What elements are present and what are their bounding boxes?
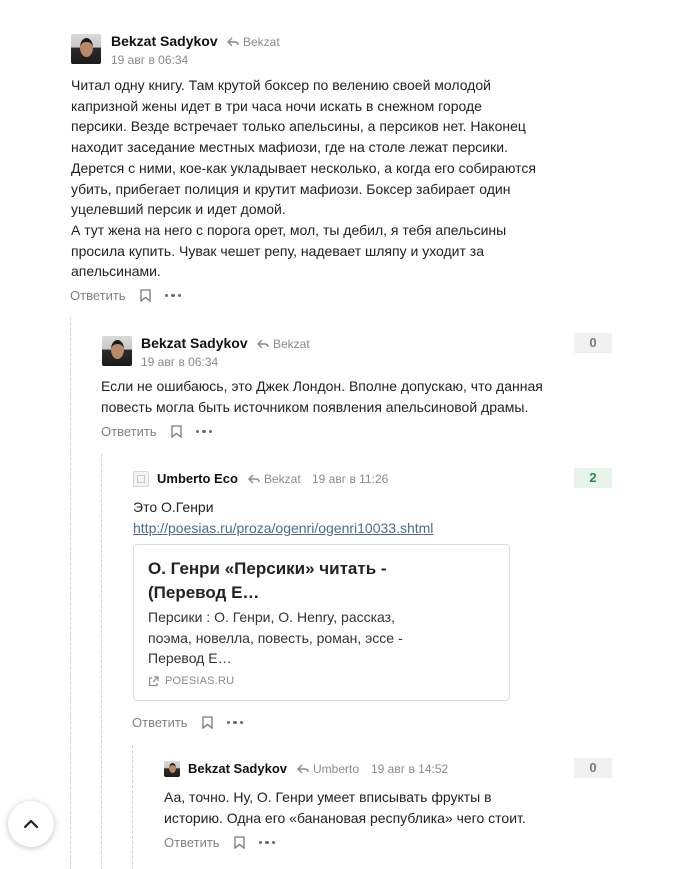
comment-date[interactable]: 19 авг в 11:26 <box>312 472 388 486</box>
bookmark-icon[interactable] <box>233 836 245 849</box>
comment-line: просила купить. Чувак чешет репу, надева… <box>71 242 485 259</box>
reply-button[interactable]: Ответить <box>101 424 157 439</box>
comment-score: 2 <box>574 468 612 488</box>
more-dots-icon[interactable] <box>226 720 244 725</box>
reply-arrow-icon <box>248 474 260 484</box>
comment-author[interactable]: Umberto Eco <box>157 471 238 486</box>
comment-line: Аа, точно. Ну, О. Генри умеет вписывать … <box>164 789 492 805</box>
reply-to[interactable]: Bekzat <box>257 337 310 351</box>
comment-line: находит заседание местных мафиози, где н… <box>71 139 508 156</box>
comment-score: 0 <box>574 333 612 353</box>
bookmark-icon[interactable] <box>170 425 182 438</box>
scroll-to-top-button[interactable] <box>8 801 54 847</box>
external-link-icon <box>148 675 159 686</box>
avatar[interactable] <box>71 34 101 64</box>
thread-line-level-1 <box>70 318 71 869</box>
more-dots-icon[interactable] <box>195 429 213 434</box>
reply-arrow-icon <box>227 37 239 47</box>
reply-button[interactable]: Ответить <box>164 835 220 850</box>
comment-date[interactable]: 19 авг в 06:34 <box>141 355 218 369</box>
comment-actions: Ответить <box>70 288 182 303</box>
comment-line: А тут жена на него с порога орет, мол, т… <box>71 221 507 238</box>
comment-text: Аа, точно. Ну, О. Генри умеет вписывать … <box>164 787 584 828</box>
comment-line: капризной жены идет в три часа ночи иска… <box>71 97 482 114</box>
reply-to-name: Bekzat <box>243 35 280 49</box>
comment-text: Если не ошибаюсь, это Джек Лондон. Вполн… <box>101 376 571 417</box>
comment-line: повесть могла быть источником появления … <box>101 398 529 415</box>
link-preview-title[interactable]: О. Генри «Персики» читать - (Перевод Е… <box>148 557 488 605</box>
comment-actions: Ответить <box>132 715 244 730</box>
reply-to[interactable]: Umberto <box>297 762 359 776</box>
comment-line: Если не ошибаюсь, это Джек Лондон. Вполн… <box>101 378 543 394</box>
comment-link[interactable]: http://poesias.ru/proza/ogenri/ogenri100… <box>133 520 433 536</box>
link-preview-card[interactable]: О. Генри «Персики» читать - (Перевод Е… … <box>133 544 510 701</box>
bookmark-icon[interactable] <box>139 289 151 302</box>
reply-to-name: Bekzat <box>273 337 310 351</box>
comment-line: историю. Одна его «банановая республика»… <box>164 809 526 826</box>
reply-to[interactable]: Bekzat <box>248 472 301 486</box>
avatar[interactable] <box>133 471 149 487</box>
comment-actions: Ответить <box>164 835 276 850</box>
comment-line: Это О.Генри <box>133 499 214 515</box>
avatar[interactable] <box>102 336 132 366</box>
comment-line: апельсинами. <box>71 263 161 280</box>
reply-arrow-icon <box>297 764 309 774</box>
link-preview-description: Персики : О. Генри, O. Henry, рассказ, п… <box>148 609 403 666</box>
reply-to-name: Bekzat <box>264 472 301 486</box>
comment-date[interactable]: 19 авг в 14:52 <box>371 762 448 776</box>
comment-line: уцелевший персик и идет домой. <box>71 201 286 218</box>
comment-line: персики. Везде встречает только апельсин… <box>71 118 526 135</box>
comment-date[interactable]: 19 авг в 06:34 <box>111 53 188 67</box>
link-preview-domain: POESIAS.RU <box>148 675 234 687</box>
comment-line: Дерется с ними, кое-как укладывает неско… <box>71 159 536 176</box>
reply-to[interactable]: Bekzat <box>227 35 280 49</box>
avatar[interactable] <box>164 761 180 777</box>
reply-button[interactable]: Ответить <box>132 715 188 730</box>
comment-actions: Ответить <box>101 424 213 439</box>
comment-author[interactable]: Bekzat Sadykov <box>141 335 248 351</box>
comment-text: Читал одну книгу. Там крутой боксер по в… <box>71 75 571 282</box>
comment-author[interactable]: Bekzat Sadykov <box>111 33 218 49</box>
comment-line: убить, прибегает полиция и крутит мафиоз… <box>71 180 511 197</box>
chevron-up-icon <box>23 819 39 829</box>
reply-arrow-icon <box>257 339 269 349</box>
reply-to-name: Umberto <box>313 762 360 776</box>
thread-line-level-3 <box>132 745 133 869</box>
comment-line: Читал одну книгу. Там крутой боксер по в… <box>71 77 491 93</box>
more-dots-icon[interactable] <box>258 840 276 845</box>
comment-author[interactable]: Bekzat Sadykov <box>188 761 287 776</box>
comment-score: 0 <box>574 758 612 778</box>
reply-button[interactable]: Ответить <box>70 288 126 303</box>
thread-line-level-2 <box>101 454 102 869</box>
comment-text: Это О.Генри http://poesias.ru/proza/ogen… <box>133 497 553 538</box>
bookmark-icon[interactable] <box>201 716 213 729</box>
more-dots-icon[interactable] <box>164 293 182 298</box>
